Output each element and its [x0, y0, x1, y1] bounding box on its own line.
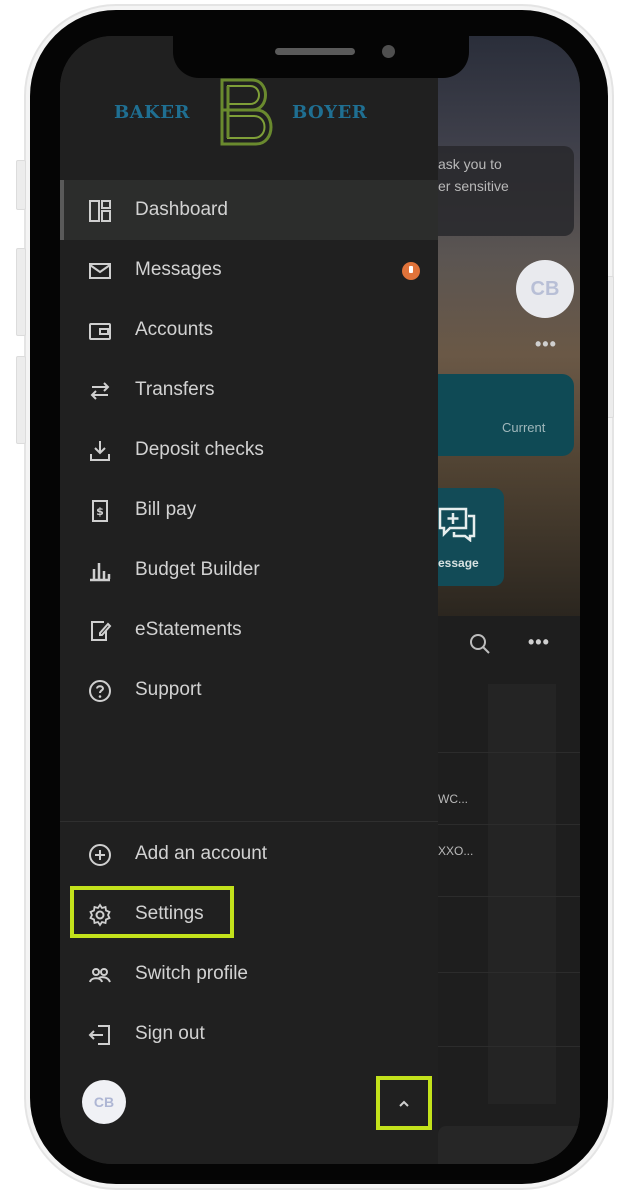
brand-logo: BAKER BOYER [110, 76, 390, 148]
bar-chart-icon [88, 559, 112, 583]
nav-item-estatements[interactable]: eStatements [60, 600, 438, 660]
nav-item-messages[interactable]: Messages [60, 240, 438, 300]
account-card[interactable] [438, 374, 574, 456]
bill-dollar-icon: $ [88, 499, 112, 523]
notice-text-line1: ask you to [438, 156, 502, 172]
nav-label-add-account: Add an account [135, 843, 268, 864]
envelope-icon [88, 259, 112, 283]
transaction-row-1: WC... [438, 792, 468, 806]
nav-label-sign-out: Sign out [135, 1023, 205, 1044]
sign-out-icon [88, 1023, 112, 1047]
message-shortcut-label: essage [438, 556, 479, 570]
svg-text:$: $ [96, 505, 104, 518]
search-icon[interactable] [468, 632, 492, 656]
row-divider [438, 972, 580, 973]
download-tray-icon [88, 439, 112, 463]
account-tag: Current [502, 420, 546, 435]
notification-badge [402, 262, 420, 280]
volume-up-button [16, 248, 26, 336]
nav-label-transfers: Transfers [135, 379, 215, 400]
chevron-up-icon[interactable] [398, 1098, 410, 1110]
brand-name-left: BAKER [114, 102, 191, 123]
plus-circle-icon [88, 843, 112, 867]
notice-text-line2: er sensitive [438, 178, 509, 194]
more-options-icon[interactable]: ••• [535, 334, 557, 355]
wallet-icon [88, 319, 112, 343]
settings-highlight-box [70, 886, 234, 938]
nav-item-bill-pay[interactable]: $ Bill pay [60, 480, 438, 540]
nav-item-accounts[interactable]: Accounts [60, 300, 438, 360]
nav-item-switch-profile[interactable]: Switch profile [60, 944, 438, 1004]
row-divider [438, 896, 580, 897]
chat-plus-icon [438, 507, 476, 542]
nav-item-sign-out[interactable]: Sign out [60, 1004, 438, 1064]
dashboard-icon [88, 199, 112, 223]
phone-screen: ask you to er sensitive CB ••• Current e… [60, 36, 580, 1164]
nav-label-bill-pay: Bill pay [135, 499, 197, 520]
drawer-divider [60, 821, 438, 822]
notch [173, 36, 469, 78]
nav-label-support: Support [135, 679, 202, 700]
row-divider [438, 752, 580, 753]
volume-down-button [16, 356, 26, 444]
transfer-arrows-icon [88, 379, 112, 403]
front-camera [382, 45, 395, 58]
nav-item-support[interactable]: Support [60, 660, 438, 720]
list-more-icon[interactable]: ••• [528, 632, 550, 653]
bottom-tab-bar [438, 1126, 580, 1164]
nav-label-dashboard: Dashboard [135, 199, 228, 220]
nav-item-transfers[interactable]: Transfers [60, 360, 438, 420]
mute-switch [16, 160, 26, 210]
transactions-column [488, 684, 556, 1104]
background-dashboard: ask you to er sensitive CB ••• Current e… [438, 36, 580, 1164]
nav-label-deposit-checks: Deposit checks [135, 439, 264, 460]
help-circle-icon [88, 679, 112, 703]
row-divider [438, 824, 580, 825]
navigation-drawer: BAKER BOYER Dashboard Messages Accounts … [60, 36, 438, 1164]
nav-label-messages: Messages [135, 259, 222, 280]
row-divider [438, 1046, 580, 1047]
nav-item-budget-builder[interactable]: Budget Builder [60, 540, 438, 600]
nav-label-estatements: eStatements [135, 619, 242, 640]
transaction-row-2: XXO... [438, 844, 474, 858]
monogram-logo [220, 78, 273, 146]
brand-name-right: BOYER [292, 102, 368, 123]
nav-label-budget-builder: Budget Builder [135, 559, 260, 580]
nav-item-dashboard[interactable]: Dashboard [60, 180, 438, 240]
nav-item-deposit-checks[interactable]: Deposit checks [60, 420, 438, 480]
profile-avatar[interactable]: CB [82, 1080, 126, 1124]
header-avatar[interactable]: CB [516, 260, 574, 318]
users-icon [88, 963, 112, 987]
nav-label-accounts: Accounts [135, 319, 214, 340]
nav-label-switch-profile: Switch profile [135, 963, 248, 984]
nav-item-add-account[interactable]: Add an account [60, 824, 438, 884]
speaker [275, 48, 355, 55]
document-edit-icon [88, 619, 112, 643]
